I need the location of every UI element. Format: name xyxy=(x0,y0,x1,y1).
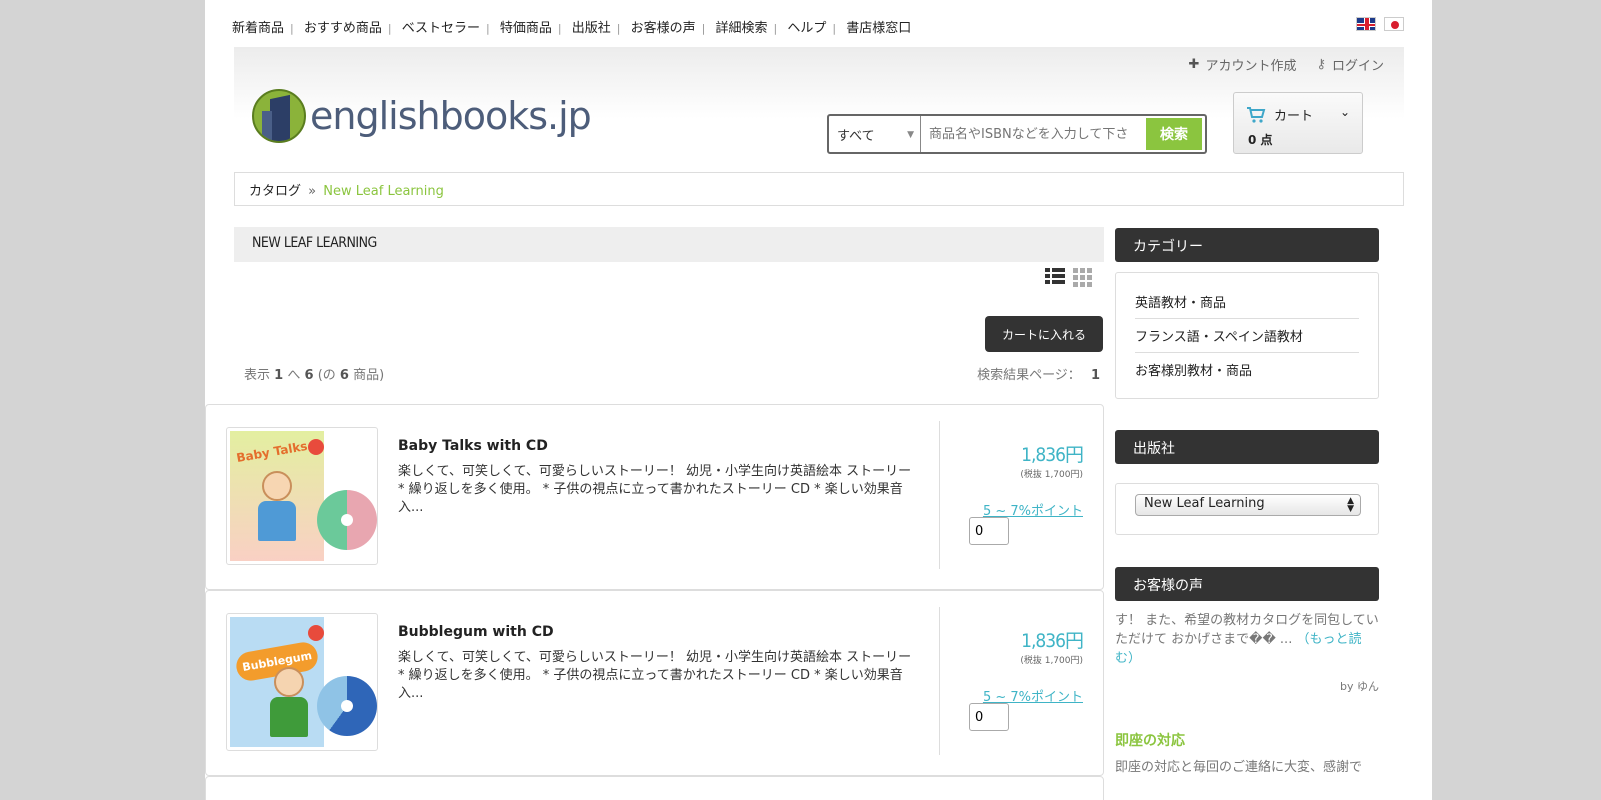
search-category-select[interactable]: すべて ▼ xyxy=(829,116,921,152)
testimonial2-text: 即座の対応と毎回のご連絡に大変、感謝で xyxy=(1115,760,1363,775)
product-item xyxy=(205,776,1104,800)
logo-text: englishbooks.jp xyxy=(310,94,592,138)
language-switcher xyxy=(1356,17,1404,31)
uk-flag-icon[interactable] xyxy=(1356,17,1376,31)
product-name[interactable]: Bubblegum with CD xyxy=(398,624,554,640)
login-link[interactable]: ⚷ ログイン xyxy=(1316,55,1384,74)
product-thumbnail[interactable]: Baby Talks xyxy=(226,427,378,565)
product-price-tax: (税抜 1,700円) xyxy=(1020,656,1083,666)
create-account-link[interactable]: ✚ アカウント作成 xyxy=(1189,55,1297,74)
cd-disc-icon xyxy=(317,676,377,736)
search-category-value: すべて xyxy=(837,128,875,144)
book-cover-image: Bubblegum xyxy=(230,617,324,747)
top-navigation: 新着商品 | おすすめ商品 | ベストセラー | 特価商品 | 出版社 | お客様の声 | … xyxy=(232,21,912,36)
testimonial-author: by ゆん xyxy=(1340,680,1379,693)
cart-count: 0 点 xyxy=(1248,133,1273,147)
nav-new[interactable]: 新着商品 xyxy=(232,21,284,36)
quantity-input[interactable] xyxy=(969,517,1009,545)
testimonial-text: す！ また、希望の教材カタログを同包していただけて おかげさまで�� ... （… xyxy=(1115,613,1379,666)
list-view-icon[interactable] xyxy=(1045,268,1065,286)
product-name[interactable]: Baby Talks with CD xyxy=(398,438,548,454)
nav-bookstore[interactable]: 書店様窓口 xyxy=(846,21,911,36)
nav-bestseller[interactable]: ベストセラー xyxy=(402,21,480,36)
search-input[interactable] xyxy=(921,116,1146,152)
logo-building-icon xyxy=(252,89,306,143)
cd-badge-icon xyxy=(308,625,324,641)
add-to-cart-button[interactable]: カートに入れる xyxy=(985,316,1103,352)
publisher-title: 出版社 xyxy=(1115,430,1379,464)
cart-widget[interactable]: カート ⌄ 0 点 xyxy=(1233,92,1363,154)
account-links: ✚ アカウント作成 ⚷ ログイン xyxy=(1189,55,1384,74)
login-label: ログイン xyxy=(1331,59,1384,74)
product-thumbnail[interactable]: Bubblegum xyxy=(226,613,378,751)
nav-advanced-search[interactable]: 詳細検索 xyxy=(716,21,768,36)
product-description: 楽しくて、可笑しくて、可愛らしいストーリー！ 幼児・小学生向け英語絵本 ストーリ… xyxy=(398,650,912,701)
testimonial-title: お客様の声 xyxy=(1115,567,1379,601)
publisher-panel: 出版社 New Leaf Learning ▲ ▼ xyxy=(1115,430,1379,535)
cd-disc-icon xyxy=(317,490,377,550)
publisher-selected-value: New Leaf Learning xyxy=(1144,496,1265,511)
page: 新着商品 | おすすめ商品 | ベストセラー | 特価商品 | 出版社 | お客様の声 | … xyxy=(205,0,1432,800)
category-link[interactable]: お客様別教材・商品 xyxy=(1135,353,1359,386)
search-button[interactable]: 検索 xyxy=(1146,118,1202,150)
product-item: Bubblegum Bubblegum with CD 楽しくて、可笑しくて、可… xyxy=(205,590,1104,776)
cart-label: カート xyxy=(1274,109,1314,124)
nav-specials[interactable]: 特価商品 xyxy=(500,21,552,36)
header: ✚ アカウント作成 ⚷ ログイン englishbooks.jp すべて ▼ 検… xyxy=(234,47,1404,167)
nav-reviews[interactable]: お客様の声 xyxy=(631,21,696,36)
dropdown-arrow-icon: ▼ xyxy=(907,130,914,140)
breadcrumb-catalog[interactable]: カタログ xyxy=(249,184,301,199)
category-title: カテゴリー xyxy=(1115,228,1379,262)
product-item: Baby Talks Baby Talks with CD 楽しくて、可笑しくて… xyxy=(205,404,1104,590)
key-icon: ⚷ xyxy=(1316,57,1326,72)
jp-flag-icon[interactable] xyxy=(1384,17,1404,31)
breadcrumb-current: New Leaf Learning xyxy=(323,184,444,199)
publisher-select[interactable]: New Leaf Learning ▲ ▼ xyxy=(1135,494,1361,516)
nav-help[interactable]: ヘルプ xyxy=(787,21,826,36)
testimonial-panel: お客様の声 す！ また、希望の教材カタログを同包していただけて おかげさまで��… xyxy=(1115,567,1379,775)
page-number-link[interactable]: 1 xyxy=(1091,368,1100,383)
results-pagination: 検索結果ページ： 1 xyxy=(977,368,1100,383)
grid-view-icon[interactable] xyxy=(1073,268,1093,287)
product-price: 1,836円 xyxy=(1021,444,1084,466)
view-toggle xyxy=(1045,268,1093,287)
quantity-input[interactable] xyxy=(969,703,1009,731)
search-bar: すべて ▼ 検索 xyxy=(827,114,1207,154)
testimonial2-title[interactable]: 即座の対応 xyxy=(1115,730,1379,750)
product-price-tax: (税抜 1,700円) xyxy=(1020,470,1083,480)
breadcrumb: カタログ » New Leaf Learning xyxy=(234,172,1404,206)
category-panel: カテゴリー 英語教材・商品 フランス語・スペイン語教材 お客様別教材・商品 xyxy=(1115,228,1379,399)
product-description: 楽しくて、可笑しくて、可愛らしいストーリー！ 幼児・小学生向け英語絵本 ストーリ… xyxy=(398,464,912,515)
site-logo[interactable]: englishbooks.jp xyxy=(252,89,592,143)
chevron-down-icon: ⌄ xyxy=(1339,105,1350,119)
create-account-label: アカウント作成 xyxy=(1205,59,1297,74)
plus-icon: ✚ xyxy=(1188,57,1200,72)
page-title: NEW LEAF LEARNING xyxy=(234,227,1104,262)
results-count: 表示 1 へ 6 (の 6 商品) xyxy=(244,368,385,383)
select-arrows-icon: ▲ ▼ xyxy=(1347,496,1354,514)
nav-publishers[interactable]: 出版社 xyxy=(572,21,611,36)
category-link[interactable]: 英語教材・商品 xyxy=(1135,285,1359,319)
book-cover-image: Baby Talks xyxy=(230,431,324,561)
product-price: 1,836円 xyxy=(1021,630,1084,652)
nav-recommended[interactable]: おすすめ商品 xyxy=(304,21,382,36)
cart-icon xyxy=(1247,106,1266,123)
cd-badge-icon xyxy=(308,439,324,455)
category-link[interactable]: フランス語・スペイン語教材 xyxy=(1135,319,1359,353)
